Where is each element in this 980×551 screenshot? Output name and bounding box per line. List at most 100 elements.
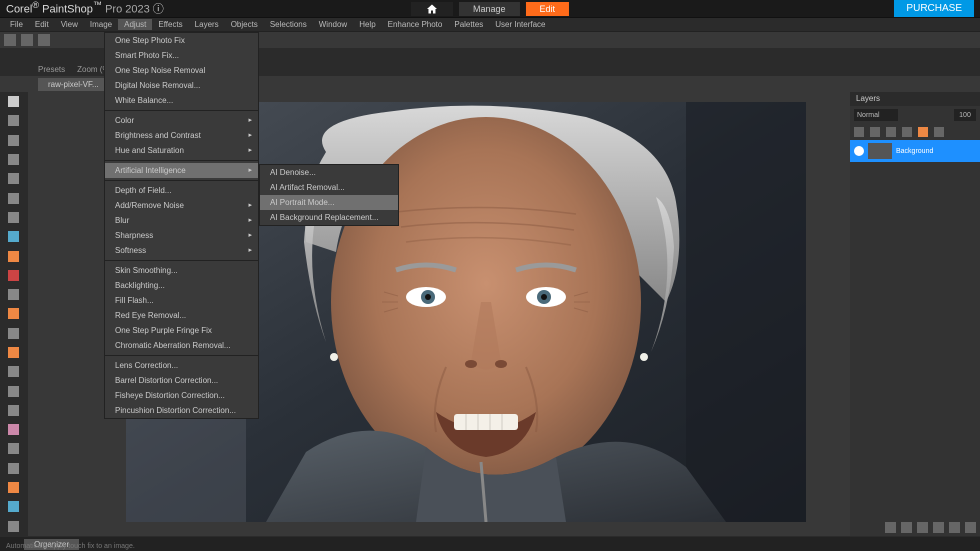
menu-one-step-noise[interactable]: One Step Noise Removal [105, 63, 258, 78]
menu-purple-fringe[interactable]: One Step Purple Fringe Fix [105, 323, 258, 338]
smudge-tool[interactable] [2, 403, 24, 418]
menu-enhance[interactable]: Enhance Photo [382, 19, 449, 30]
save-icon[interactable] [38, 34, 50, 46]
menu-softness[interactable]: Softness [105, 243, 258, 258]
layer-name: Background [896, 148, 933, 155]
pan-tool[interactable] [2, 94, 24, 109]
layer-link-icon[interactable] [934, 127, 944, 137]
pick-tool[interactable] [2, 133, 24, 148]
menu-smart-photo-fix[interactable]: Smart Photo Fix... [105, 48, 258, 63]
submenu-ai-denoise[interactable]: AI Denoise... [260, 165, 398, 180]
menu-color[interactable]: Color [105, 113, 258, 128]
menu-lens-correction[interactable]: Lens Correction... [105, 358, 258, 373]
menu-depth-of-field[interactable]: Depth of Field... [105, 183, 258, 198]
menu-palettes[interactable]: Palettes [448, 19, 489, 30]
edit-tab[interactable]: Edit [526, 2, 570, 16]
nav-icon-5[interactable] [949, 522, 960, 533]
menu-edit[interactable]: Edit [29, 19, 55, 30]
scratch-tool[interactable] [2, 326, 24, 341]
nav-icon-6[interactable] [965, 522, 976, 533]
eraser-tool[interactable] [2, 422, 24, 437]
layer-row-background[interactable]: Background [850, 140, 980, 162]
menu-separator [105, 355, 258, 356]
app-title: Corel® PaintShop™ Pro 2023 ⓘ [6, 0, 164, 17]
layers-title: Layers [850, 92, 980, 106]
menu-one-step-photo-fix[interactable]: One Step Photo Fix [105, 33, 258, 48]
menu-objects[interactable]: Objects [225, 19, 264, 30]
menu-separator [105, 260, 258, 261]
menu-chromatic-aberration[interactable]: Chromatic Aberration Removal... [105, 338, 258, 353]
layer-fx-icon[interactable] [918, 127, 928, 137]
new-layer-icon[interactable] [854, 127, 864, 137]
menu-help[interactable]: Help [353, 19, 381, 30]
nav-icon-3[interactable] [917, 522, 928, 533]
menu-image[interactable]: Image [84, 19, 118, 30]
straighten-tool[interactable] [2, 229, 24, 244]
move-tool[interactable] [2, 152, 24, 167]
titlebar-right: PURCHASE [894, 0, 974, 17]
purchase-button[interactable]: PURCHASE [894, 0, 974, 17]
nav-icon-1[interactable] [885, 522, 896, 533]
menu-separator [105, 110, 258, 111]
menu-window[interactable]: Window [313, 19, 353, 30]
submenu-ai-portrait[interactable]: AI Portrait Mode... [260, 195, 398, 210]
home-tab[interactable] [411, 2, 453, 16]
menu-adjust[interactable]: Adjust [118, 19, 152, 30]
paint-tool[interactable] [2, 345, 24, 360]
shape-tool[interactable] [2, 480, 24, 495]
redeye-tool[interactable] [2, 268, 24, 283]
menu-backlighting[interactable]: Backlighting... [105, 278, 258, 293]
submenu-ai-background[interactable]: AI Background Replacement... [260, 210, 398, 225]
menu-ui[interactable]: User Interface [489, 19, 551, 30]
pen-tool[interactable] [2, 499, 24, 514]
menu-sharpness[interactable]: Sharpness [105, 228, 258, 243]
menu-add-remove-noise[interactable]: Add/Remove Noise [105, 198, 258, 213]
airbrush-tool[interactable] [2, 364, 24, 379]
menu-white-balance[interactable]: White Balance... [105, 93, 258, 108]
clone-tool[interactable] [2, 306, 24, 321]
nav-icon-2[interactable] [901, 522, 912, 533]
opacity-input[interactable]: 100 [954, 109, 976, 121]
menu-effects[interactable]: Effects [152, 19, 188, 30]
menu-hue-saturation[interactable]: Hue and Saturation [105, 143, 258, 158]
layer-thumbnail [868, 143, 892, 159]
manage-tab[interactable]: Manage [459, 2, 520, 16]
visibility-icon[interactable] [854, 146, 864, 156]
menu-pincushion-distortion[interactable]: Pincushion Distortion Correction... [105, 403, 258, 418]
selection-tool[interactable] [2, 171, 24, 186]
menu-view[interactable]: View [55, 19, 84, 30]
layer-group-icon[interactable] [886, 127, 896, 137]
menu-digital-noise[interactable]: Digital Noise Removal... [105, 78, 258, 93]
open-icon[interactable] [21, 34, 33, 46]
dropper-tool[interactable] [2, 190, 24, 205]
text-tool[interactable] [2, 461, 24, 476]
layer-mask-icon[interactable] [870, 127, 880, 137]
blend-mode-select[interactable]: Normal [854, 109, 898, 121]
menu-layers[interactable]: Layers [189, 19, 225, 30]
zoom-tool[interactable] [2, 113, 24, 128]
menu-skin-smoothing[interactable]: Skin Smoothing... [105, 263, 258, 278]
menu-blur[interactable]: Blur [105, 213, 258, 228]
titlebar: Corel® PaintShop™ Pro 2023 ⓘ Manage Edit… [0, 0, 980, 18]
document-tab[interactable]: raw-pixel-VF... [38, 78, 109, 91]
flood-tool[interactable] [2, 441, 24, 456]
menu-fisheye-distortion[interactable]: Fisheye Distortion Correction... [105, 388, 258, 403]
makeover-tool[interactable] [2, 287, 24, 302]
menu-barrel-distortion[interactable]: Barrel Distortion Correction... [105, 373, 258, 388]
lighten-tool[interactable] [2, 383, 24, 398]
menu-artificial-intelligence[interactable]: Artificial Intelligence [105, 163, 258, 178]
menu-file[interactable]: File [4, 19, 29, 30]
oil-tool[interactable] [2, 519, 24, 534]
menu-fill-flash[interactable]: Fill Flash... [105, 293, 258, 308]
layer-delete-icon[interactable] [902, 127, 912, 137]
adjust-menu: One Step Photo Fix Smart Photo Fix... On… [104, 32, 259, 419]
menu-red-eye[interactable]: Red Eye Removal... [105, 308, 258, 323]
crop-tool[interactable] [2, 210, 24, 225]
new-icon[interactable] [4, 34, 16, 46]
menu-brightness-contrast[interactable]: Brightness and Contrast [105, 128, 258, 143]
menu-selections[interactable]: Selections [264, 19, 313, 30]
perspective-tool[interactable] [2, 248, 24, 263]
nav-icon-4[interactable] [933, 522, 944, 533]
submenu-ai-artifact[interactable]: AI Artifact Removal... [260, 180, 398, 195]
nav-palette [885, 522, 976, 533]
